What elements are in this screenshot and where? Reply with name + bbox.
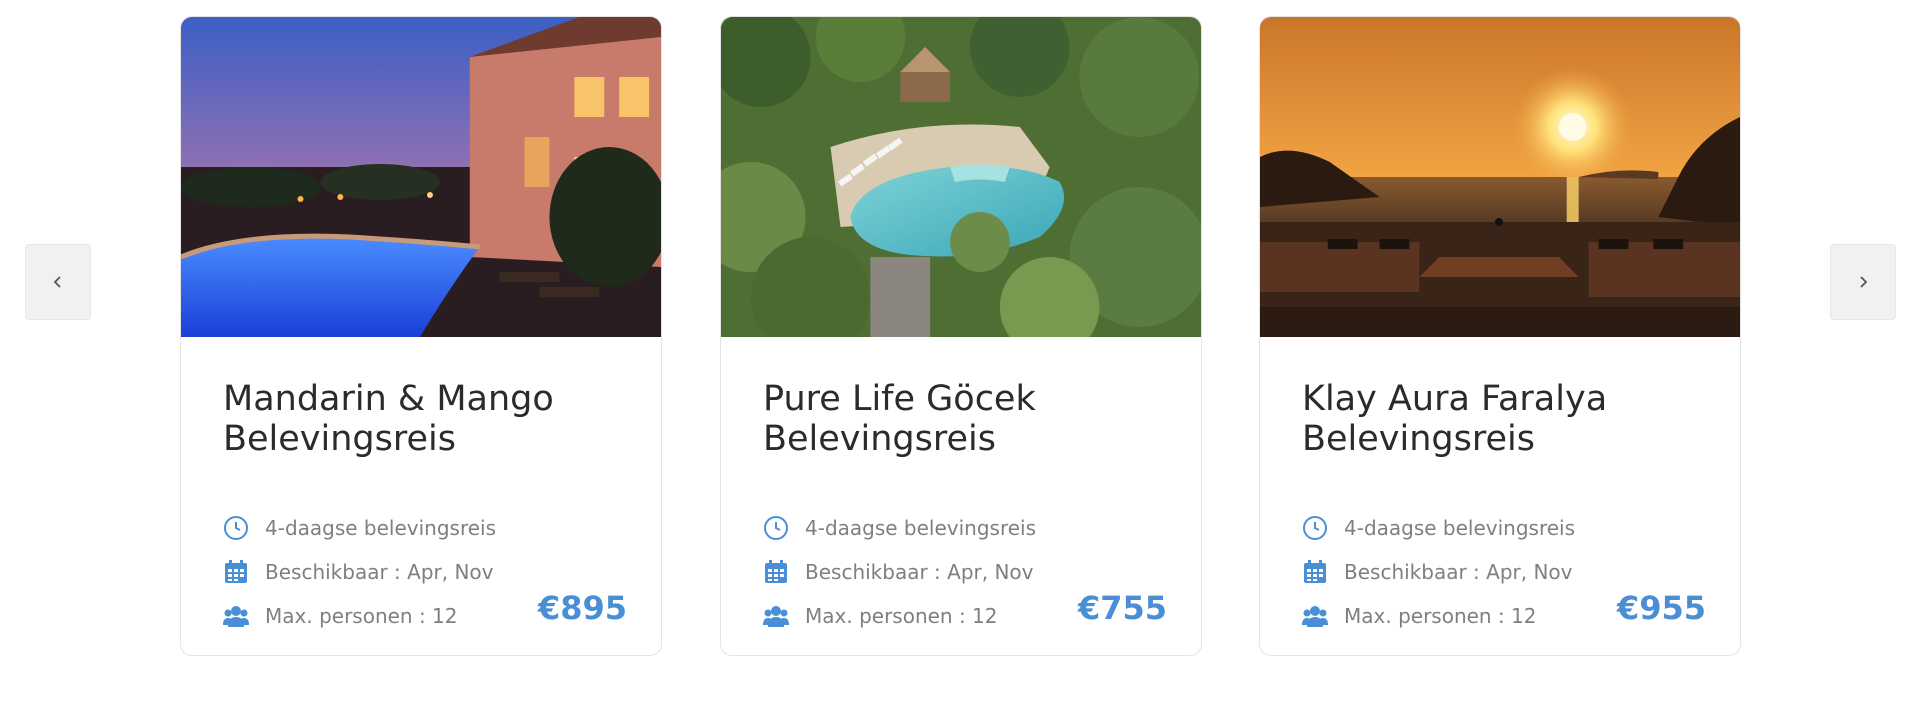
trip-max-persons: Max. personen : 12	[763, 601, 1093, 631]
trip-max-persons: Max. personen : 12	[223, 601, 553, 631]
trip-availability-text: Beschikbaar : Apr, Nov	[1344, 560, 1573, 584]
trip-availability: Beschikbaar : Apr, Nov	[1302, 557, 1632, 587]
users-icon	[763, 606, 789, 627]
clock-icon	[764, 516, 788, 540]
trip-title-line-1: Klay Aura Faralya	[1302, 379, 1608, 419]
calendar-icon	[225, 560, 247, 583]
trip-card[interactable]: Pure Life Göcek Belevingsreis 4-daagse b…	[720, 16, 1202, 656]
trip-title: Klay Aura Faralya Belevingsreis	[1302, 379, 1722, 459]
trip-availability-text: Beschikbaar : Apr, Nov	[265, 560, 494, 584]
trip-availability-text: Beschikbaar : Apr, Nov	[805, 560, 1034, 584]
carousel-prev-button[interactable]	[25, 244, 91, 320]
calendar-icon	[765, 560, 787, 583]
trip-max-persons-text: Max. personen : 12	[265, 604, 458, 628]
trip-duration: 4-daagse belevingsreis	[763, 513, 1093, 543]
trip-title-line-2: Belevingsreis	[223, 419, 456, 459]
users-icon	[1302, 606, 1328, 627]
clock-icon	[1303, 516, 1327, 540]
trip-title-line-2: Belevingsreis	[763, 419, 996, 459]
trip-duration: 4-daagse belevingsreis	[223, 513, 553, 543]
trip-title-line-2: Belevingsreis	[1302, 419, 1535, 459]
trip-carousel: Mandarin & Mango Belevingsreis 4-daagse …	[0, 0, 1920, 722]
chevron-right-icon	[1860, 276, 1868, 288]
trip-card[interactable]: Mandarin & Mango Belevingsreis 4-daagse …	[180, 16, 662, 656]
clock-icon	[224, 516, 248, 540]
trip-availability: Beschikbaar : Apr, Nov	[223, 557, 553, 587]
chevron-left-icon	[53, 276, 61, 288]
trip-availability: Beschikbaar : Apr, Nov	[763, 557, 1093, 587]
trip-title: Mandarin & Mango Belevingsreis	[223, 379, 643, 459]
users-icon	[223, 606, 249, 627]
trip-title-line-1: Mandarin & Mango	[223, 379, 554, 419]
trip-max-persons: Max. personen : 12	[1302, 601, 1632, 631]
trip-title: Pure Life Göcek Belevingsreis	[763, 379, 1183, 459]
trip-price: €755	[1077, 589, 1167, 627]
carousel-next-button[interactable]	[1830, 244, 1896, 320]
calendar-icon	[1304, 560, 1326, 583]
trip-duration: 4-daagse belevingsreis	[1302, 513, 1632, 543]
trip-price: €895	[537, 589, 627, 627]
trip-title-line-1: Pure Life Göcek	[763, 379, 1036, 419]
trip-image-villa-pool	[181, 17, 661, 337]
trip-duration-text: 4-daagse belevingsreis	[805, 516, 1037, 540]
trip-price: €955	[1616, 589, 1706, 627]
trip-max-persons-text: Max. personen : 12	[805, 604, 998, 628]
trip-card[interactable]: Klay Aura Faralya Belevingsreis 4-daagse…	[1259, 16, 1741, 656]
trip-duration-text: 4-daagse belevingsreis	[1344, 516, 1576, 540]
trip-duration-text: 4-daagse belevingsreis	[265, 516, 497, 540]
trip-max-persons-text: Max. personen : 12	[1344, 604, 1537, 628]
trip-image-aerial-pool	[721, 17, 1201, 337]
trip-image-infinity-pool-sunset	[1260, 17, 1740, 337]
